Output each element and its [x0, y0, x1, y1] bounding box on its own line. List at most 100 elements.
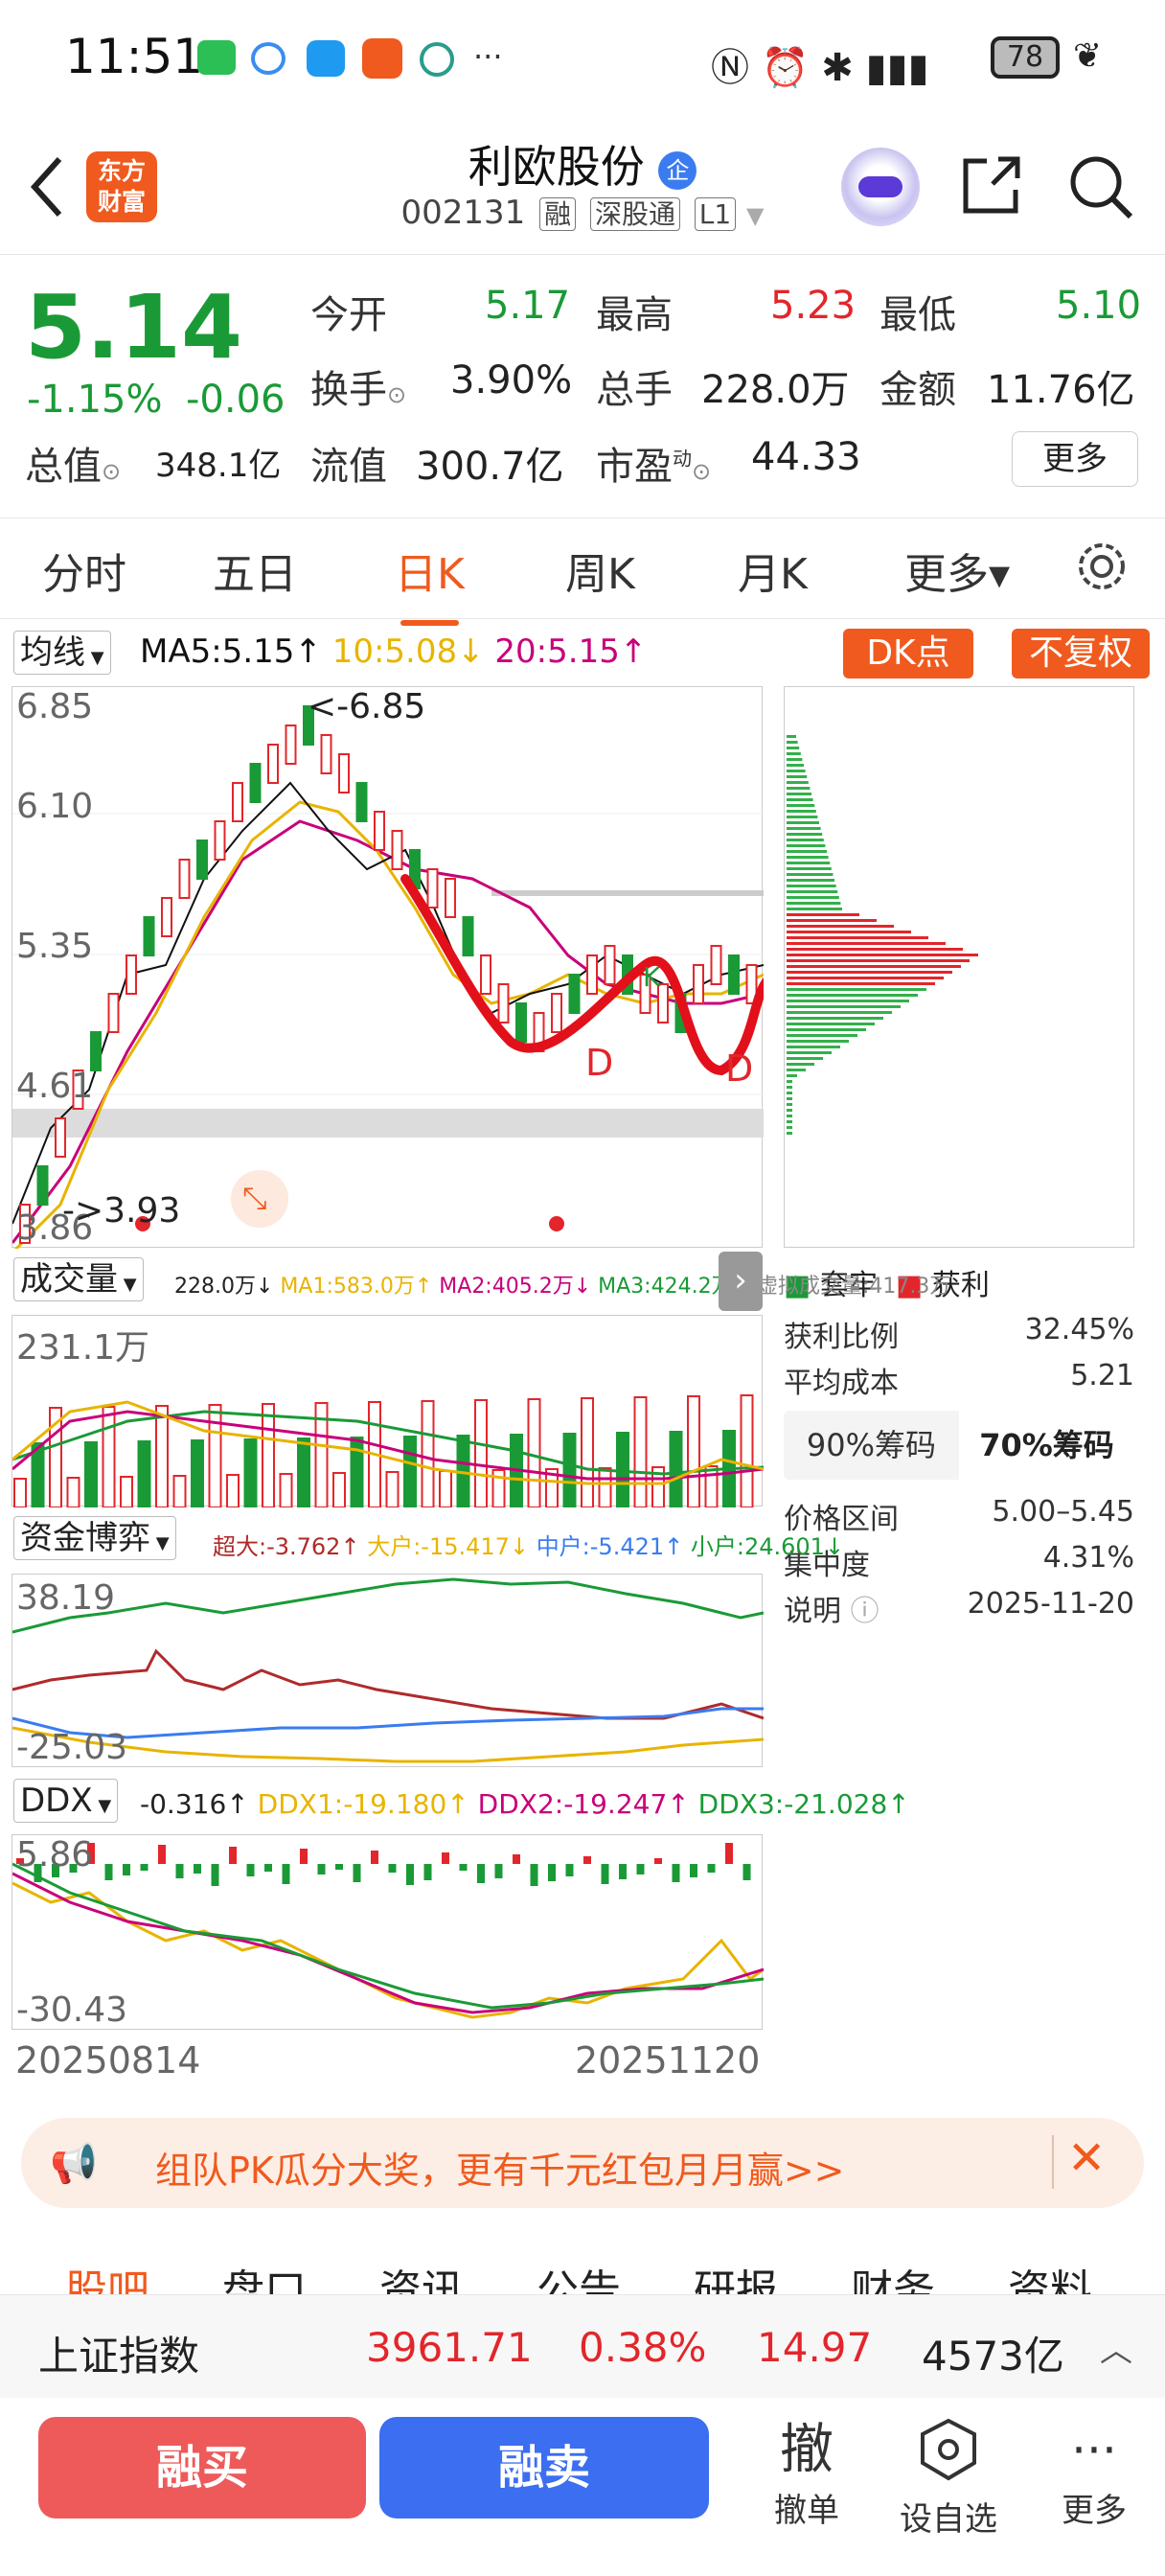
kline-indicator-select[interactable]: 均线 ▼: [13, 631, 111, 675]
index-change: 14.97: [757, 2324, 873, 2371]
margin-buy-button[interactable]: 融买: [38, 2417, 366, 2518]
share-icon[interactable]: [958, 151, 1025, 218]
chip-bar: [787, 1000, 909, 1002]
fund-flow-chart[interactable]: 38.19 -25.03: [11, 1574, 765, 1767]
fund-large: 大户:-15.417↓: [367, 1533, 530, 1560]
candle: [107, 993, 120, 1033]
candle: [445, 878, 456, 918]
chip-bar: [787, 781, 809, 784]
chip-bar: [787, 844, 826, 847]
tab-5day[interactable]: 五日: [213, 540, 297, 601]
volume-legend: 228.0万↓ MA1:583.0万↑ MA2:405.2万↓ MA3:424.…: [174, 1269, 950, 1300]
margin-sell-button[interactable]: 融卖: [379, 2417, 709, 2518]
chip-bar: [787, 948, 963, 951]
candle: [480, 954, 491, 995]
candle: [551, 993, 562, 1033]
tab-orderbook[interactable]: 盘口: [222, 2256, 307, 2294]
more-actions-button[interactable]: ··· 更多: [1037, 2417, 1152, 2531]
chip-row: 平均成本 5.21: [784, 1359, 1134, 1401]
chip-bar: [787, 856, 829, 859]
ma5-value: MA5:5.15↑: [140, 632, 322, 671]
pe-label[interactable]: 市盈动⊙: [596, 435, 711, 491]
chip-bar: [787, 839, 824, 841]
dk-point-button[interactable]: DK点: [843, 629, 973, 678]
ddx1-value: DDX1:-19.180↑: [257, 1788, 469, 1820]
chip-bar: [787, 1086, 792, 1089]
expand-icon[interactable]: ⤡: [242, 1180, 267, 1217]
ddx-indicator-select[interactable]: DDX ▼: [13, 1779, 119, 1823]
settings-gear-icon[interactable]: [1073, 538, 1131, 595]
ddx-bar: [690, 1864, 697, 1877]
chevron-up-icon[interactable]: ︿: [1100, 2324, 1132, 2371]
volume-bar: [137, 1440, 151, 1508]
chip-bar: [787, 798, 813, 801]
info-icon: ⊙: [102, 458, 122, 485]
chip-bar: [787, 1080, 792, 1083]
chip-bar: [787, 942, 946, 945]
mktcap-label[interactable]: 总值⊙: [25, 435, 121, 491]
vol-y-label: 231.1万: [16, 1328, 150, 1368]
ddx-bar: [530, 1864, 538, 1886]
ma20-line: [12, 819, 764, 1244]
status-icons: Ⓝ ⏰ ✱ ▮▮▮: [711, 46, 929, 90]
search-icon[interactable]: [1065, 151, 1136, 222]
chevron-right-icon[interactable]: ›: [719, 1252, 763, 1311]
ddx-bar: [123, 1864, 130, 1875]
tab-forum[interactable]: 股吧: [65, 2256, 149, 2294]
candle: [728, 954, 740, 995]
tab-profile[interactable]: 资料: [1008, 2256, 1092, 2294]
tab-90-chips[interactable]: 90%筹码: [784, 1411, 959, 1480]
cancel-order-button[interactable]: 撤 撤单: [749, 2417, 864, 2531]
candle: [249, 763, 262, 803]
tab-news[interactable]: 资讯: [379, 2256, 464, 2294]
index-price: 3961.71: [366, 2324, 533, 2371]
ddx-bar: [282, 1864, 290, 1884]
enterprise-badge: 企: [658, 150, 697, 190]
tab-announcements[interactable]: 公告: [537, 2256, 621, 2294]
tab-finance[interactable]: 财务: [851, 2256, 935, 2294]
hexagon-settings-icon: [921, 2418, 976, 2481]
chevron-down-icon[interactable]: ▼: [746, 202, 764, 229]
turnover-label[interactable]: 换手⊙: [310, 358, 406, 414]
chip-bar: [787, 833, 823, 836]
index-pct: 0.38%: [579, 2324, 707, 2371]
tab-70-chips[interactable]: 70%筹码: [959, 1411, 1134, 1480]
more-quote-button[interactable]: 更多: [1012, 431, 1138, 487]
ddx-bar: [442, 1852, 449, 1864]
chip-row-value: 2025-11-20: [967, 1587, 1134, 1621]
chip-row: 说明 ⓘ 2025-11-20: [784, 1587, 1134, 1629]
tab-weekly-k[interactable]: 周K: [565, 540, 635, 601]
chip-bar: [787, 741, 798, 744]
promo-banner[interactable]: 📢 组队PK瓜分大奖，更有千元红包月月赢>> ✕: [21, 2118, 1144, 2208]
megaphone-icon: 📢: [50, 2142, 98, 2186]
volume-chart[interactable]: 231.1万: [11, 1315, 765, 1508]
no-adjust-button[interactable]: 不复权: [1012, 629, 1150, 678]
change-value: -0.06: [186, 378, 286, 422]
tab-monthly-k[interactable]: 月K: [738, 540, 808, 601]
chip-bar: [787, 735, 796, 738]
ddx-legend: -0.316↑ DDX1:-19.180↑ DDX2:-19.247↑ DDX3…: [140, 1788, 910, 1820]
close-icon[interactable]: ✕: [1067, 2131, 1106, 2185]
assistant-robot-icon[interactable]: [841, 148, 920, 226]
volume-indicator-select[interactable]: 成交量 ▼: [13, 1257, 144, 1301]
tag-margin: 融: [539, 197, 577, 231]
ddx-chart[interactable]: 5.86 -30.43: [11, 1834, 765, 2030]
fund-indicator-select[interactable]: 资金博弈 ▼: [13, 1516, 176, 1560]
chip-bar: [787, 758, 803, 761]
tab-research[interactable]: 研报: [694, 2256, 778, 2294]
tab-daily-k[interactable]: 日K: [395, 540, 465, 626]
fund-indicator-label: 资金博弈: [20, 1519, 150, 1557]
kline-chart[interactable]: 6.85 6.10 5.35 4.61 3.86 <-6.85 ->3.93 D…: [11, 686, 764, 1249]
chip-bar: [787, 787, 811, 790]
volume-bar: [66, 1477, 80, 1508]
add-watchlist-button[interactable]: 设自选: [891, 2417, 1006, 2540]
tab-minute[interactable]: 分时: [42, 540, 126, 601]
tab-more[interactable]: 更多▾: [904, 540, 1010, 601]
candle: [374, 811, 385, 851]
chevron-down-icon: ▼: [118, 1275, 137, 1295]
index-name: 上证指数: [38, 2333, 200, 2380]
volume-bar: [332, 1472, 346, 1508]
index-ticker[interactable]: 上证指数 3961.71 0.38% 14.97 4573亿 ︿: [0, 2294, 1165, 2398]
info-icon[interactable]: ⓘ: [841, 1595, 879, 1628]
turnover-value: 3.90%: [450, 358, 573, 402]
